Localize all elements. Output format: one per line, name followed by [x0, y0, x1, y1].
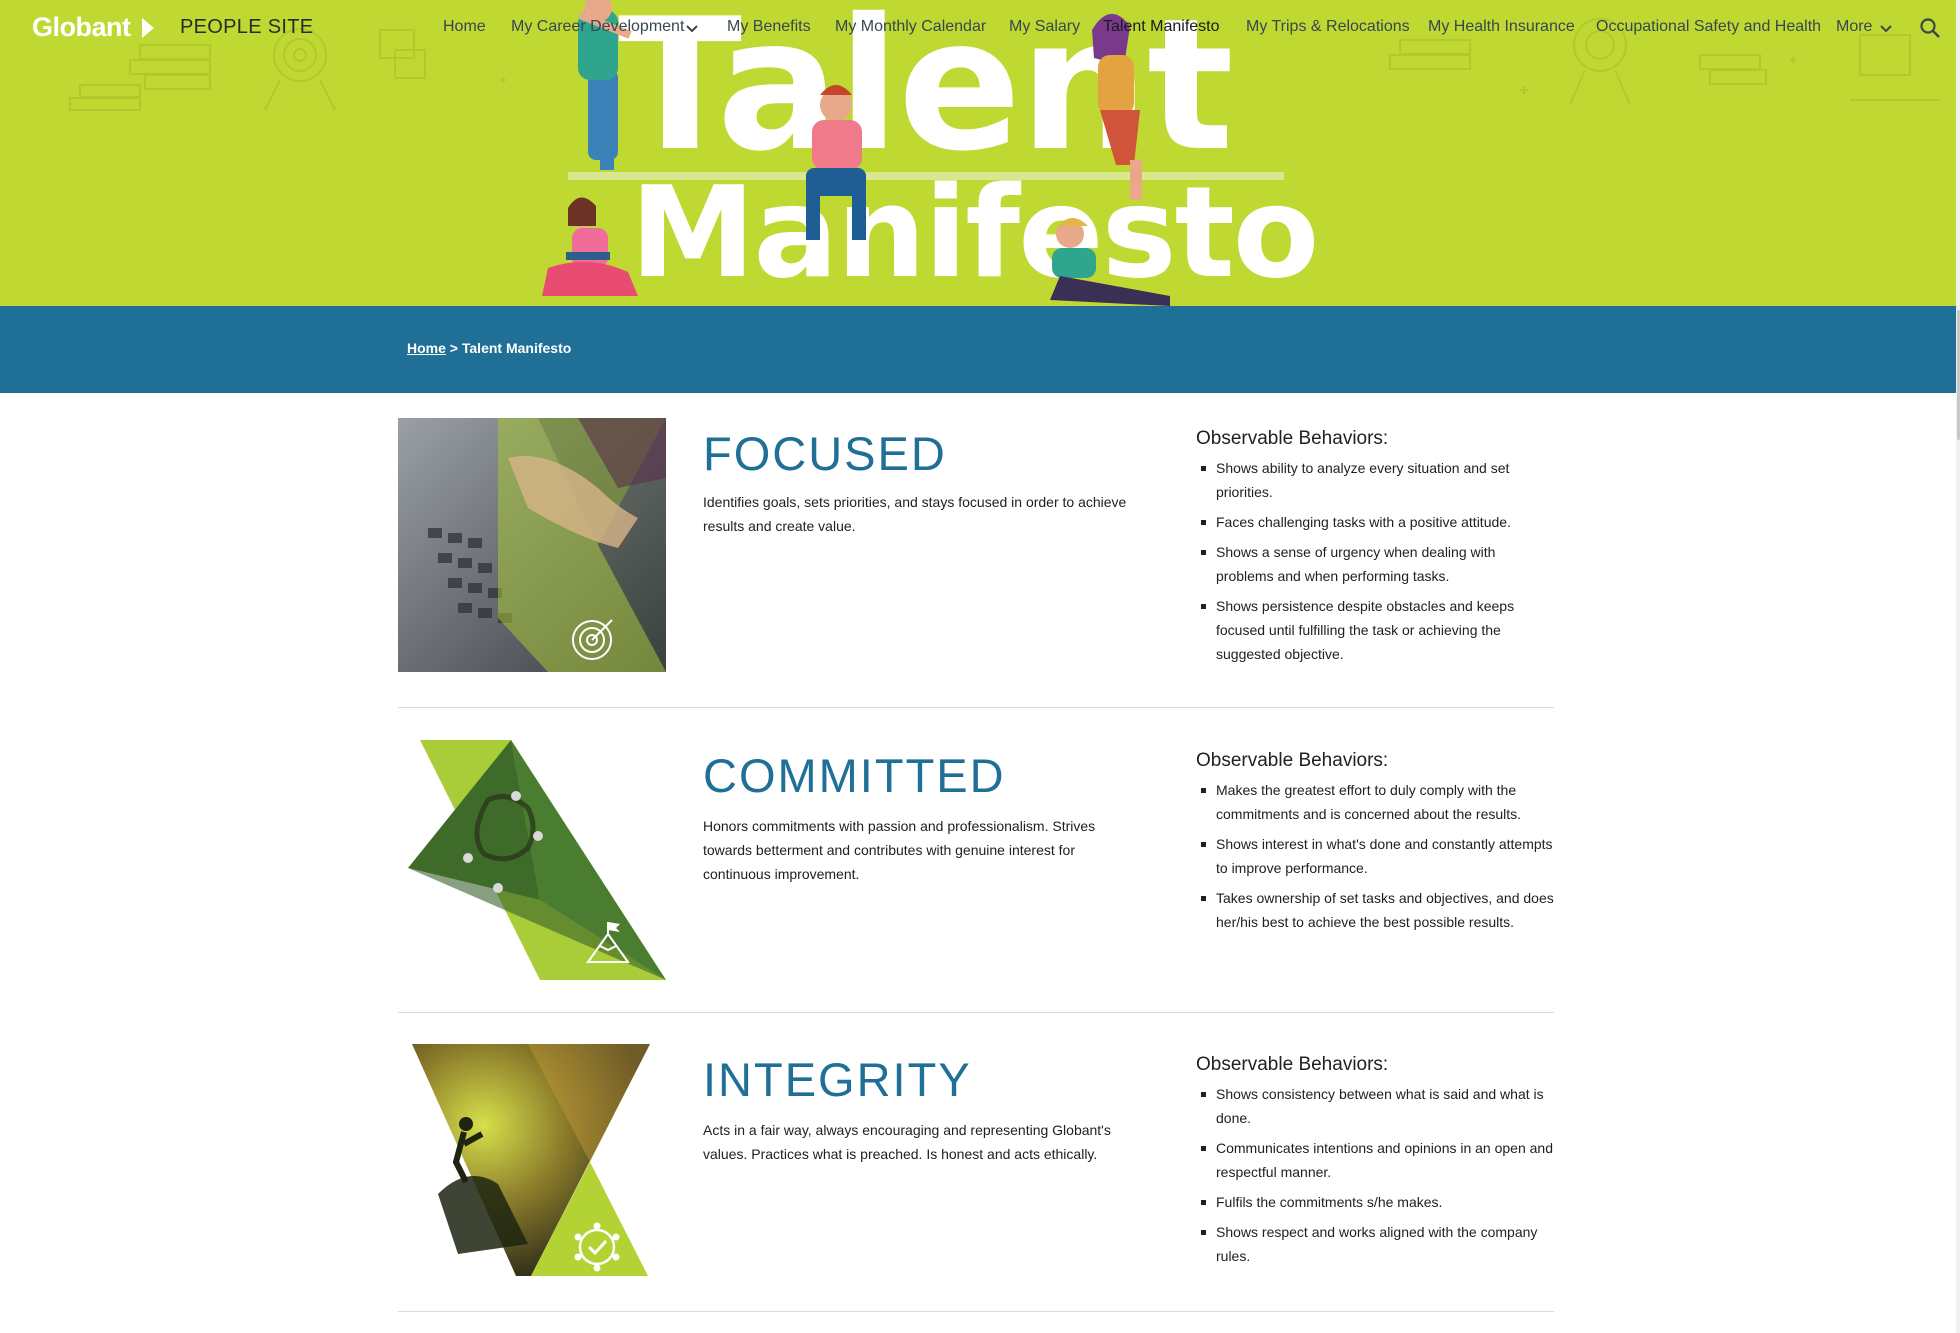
section-divider: [398, 707, 1554, 708]
chevron-down-icon[interactable]: [685, 24, 699, 34]
behaviors-list: Makes the greatest effort to duly comply…: [1196, 778, 1556, 940]
value-section-committed: COMMITTED Honors commitments with passio…: [398, 740, 1554, 990]
breadcrumb-separator: >: [445, 340, 462, 356]
value-title: COMMITTED: [703, 749, 1006, 802]
behavior-item: Shows a sense of urgency when dealing wi…: [1196, 540, 1556, 588]
check-network-icon: [574, 1222, 620, 1272]
breadcrumb-current: Talent Manifesto: [461, 340, 572, 356]
section-divider: [398, 1311, 1554, 1312]
behavior-item: Communicates intentions and opinions in …: [1196, 1136, 1556, 1184]
behaviors-list: Shows ability to analyze every situation…: [1196, 456, 1556, 672]
behaviors-heading: Observable Behaviors:: [1196, 1054, 1389, 1075]
page-scrollbar-track[interactable]: [1956, 0, 1960, 1333]
section-divider: [398, 1012, 1554, 1013]
behaviors-heading: Observable Behaviors:: [1196, 428, 1389, 449]
value-section-integrity: INTEGRITY Acts in a fair way, always enc…: [398, 1044, 1554, 1284]
nav-item-trips-relocations[interactable]: My Trips & Relocations: [1246, 18, 1410, 36]
behavior-item: Shows ability to analyze every situation…: [1196, 456, 1556, 504]
nav-item-home[interactable]: Home: [443, 18, 486, 36]
integrity-image: [412, 1044, 650, 1276]
value-section-focused: FOCUSED Identifies goals, sets prioritie…: [398, 418, 1554, 678]
nav-item-occupational-safety[interactable]: Occupational Safety and Health: [1596, 18, 1821, 36]
behaviors-list: Shows consistency between what is said a…: [1196, 1082, 1556, 1274]
illustration-woman-laptop: [542, 197, 638, 296]
value-title: INTEGRITY: [703, 1053, 972, 1106]
site-name[interactable]: PEOPLE SITE: [180, 16, 313, 39]
search-icon[interactable]: [1918, 16, 1942, 40]
value-description: Acts in a fair way, always encouraging a…: [703, 1122, 1111, 1162]
top-navigation: Globant PEOPLE SITE Home My Career Devel…: [0, 0, 1956, 60]
behavior-item: Shows respect and works aligned with the…: [1196, 1220, 1556, 1268]
behavior-item: Shows interest in what's done and consta…: [1196, 832, 1556, 880]
nav-item-more[interactable]: More: [1836, 18, 1872, 36]
illustration-sitting-man: [806, 85, 866, 240]
nav-item-talent-manifesto[interactable]: Talent Manifesto: [1103, 18, 1220, 36]
illustration-woman-lying: [1050, 218, 1170, 306]
value-title: FOCUSED: [703, 427, 947, 480]
breadcrumb-band: [0, 306, 1956, 393]
nav-item-benefits[interactable]: My Benefits: [727, 18, 811, 36]
behavior-item: Shows persistence despite obstacles and …: [1196, 594, 1556, 666]
breadcrumb-home-link[interactable]: Home: [407, 340, 446, 356]
behavior-item: Takes ownership of set tasks and objecti…: [1196, 886, 1556, 934]
value-description: Honors commitments with passion and prof…: [703, 818, 1096, 882]
nav-item-monthly-calendar[interactable]: My Monthly Calendar: [835, 18, 986, 36]
nav-item-career-development[interactable]: My Career Development: [511, 18, 684, 36]
target-icon: [572, 619, 613, 660]
nav-item-health-insurance[interactable]: My Health Insurance: [1428, 18, 1575, 36]
breadcrumb: Home > Talent Manifesto: [407, 340, 571, 356]
value-description: Identifies goals, sets priorities, and s…: [703, 494, 1127, 534]
logo-arrow-icon: [142, 18, 154, 38]
behaviors-heading: Observable Behaviors:: [1196, 750, 1389, 771]
behavior-item: Shows consistency between what is said a…: [1196, 1082, 1556, 1130]
nav-item-salary[interactable]: My Salary: [1009, 18, 1080, 36]
focused-image: [398, 418, 666, 672]
behavior-item: Fulfils the commitments s/he makes.: [1196, 1190, 1556, 1214]
mountain-flag-icon: [586, 922, 630, 963]
behavior-item: Makes the greatest effort to duly comply…: [1196, 778, 1556, 826]
globant-logo[interactable]: Globant: [32, 12, 131, 43]
chevron-down-icon[interactable]: [1879, 24, 1893, 34]
behavior-item: Faces challenging tasks with a positive …: [1196, 510, 1556, 534]
